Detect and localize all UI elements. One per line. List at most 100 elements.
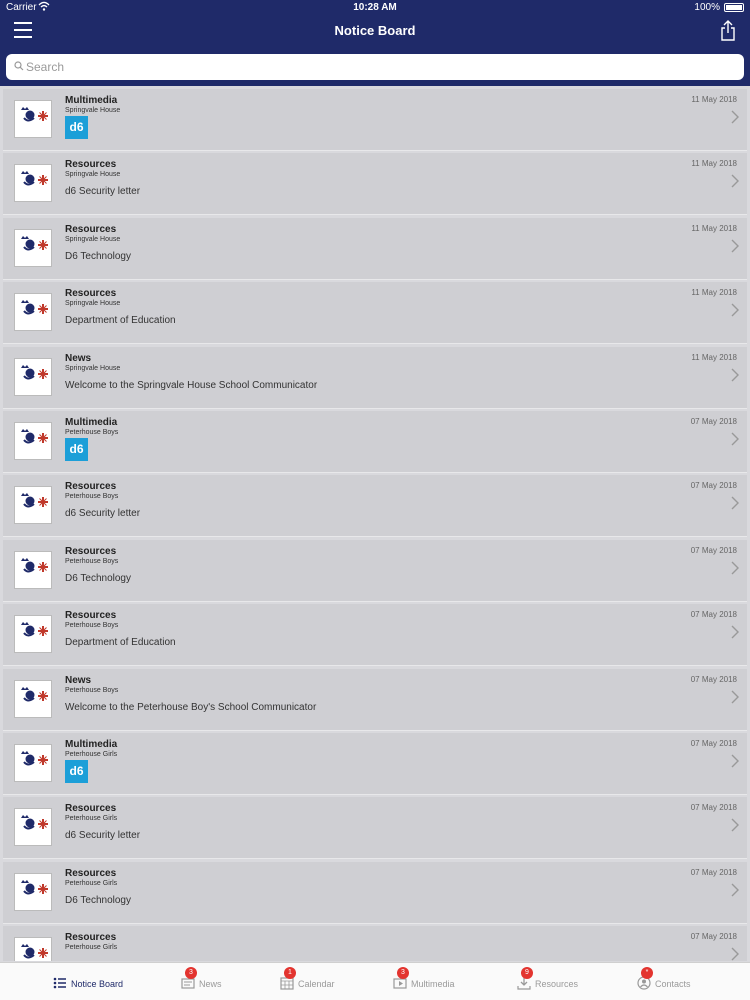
notice-row[interactable]: Resources Springvale House 11 May 2018 d6 S…: [3, 153, 747, 215]
notice-row[interactable]: Resources Springvale House 11 May 2018 D6 T…: [3, 217, 747, 279]
chevron-right-icon: [731, 754, 739, 768]
notice-category: Resources: [65, 545, 117, 557]
battery-icon: [724, 3, 744, 12]
school-logo: [14, 422, 52, 460]
notice-row[interactable]: Resources Peterhouse Boys 07 May 2018 d6 Se…: [3, 475, 747, 537]
notice-category: Resources: [65, 610, 117, 622]
notice-date: 11 May 2018: [691, 352, 737, 362]
notice-date: 07 May 2018: [690, 739, 737, 748]
tab-resources[interactable]: Resources 9: [517, 963, 617, 1000]
chevron-right-icon: [731, 432, 739, 446]
notice-row[interactable]: News Springvale House 11 May 2018 Welcome t…: [3, 346, 747, 408]
school-logo: [14, 293, 52, 332]
notice-date: 11 May 2018: [691, 95, 737, 104]
chevron-right-icon: [731, 561, 739, 575]
notice-row[interactable]: Resources Springvale House 11 May 2018 Depa…: [3, 282, 747, 344]
chevron-right-icon: [731, 496, 739, 510]
tab-contacts[interactable]: Contacts *: [637, 963, 737, 1000]
school-logo: [14, 100, 52, 138]
school-logo: [14, 486, 52, 525]
tab-badge: *: [641, 967, 653, 979]
notice-row[interactable]: Resources Peterhouse Girls 07 May 2018 d6 S…: [3, 797, 747, 859]
notice-row[interactable]: News Peterhouse Boys 07 May 2018 Welcome to…: [3, 668, 747, 730]
notice-school: Peterhouse Boys: [65, 622, 119, 630]
notice-category: Multimedia: [65, 417, 118, 428]
chevron-right-icon: [731, 368, 739, 382]
chevron-right-icon: [731, 883, 739, 897]
notice-category: Multimedia: [65, 95, 118, 106]
d6-badge-icon: d6: [65, 116, 88, 139]
school-logo: [14, 937, 52, 961]
tab-label: Calendar: [298, 979, 335, 989]
notice-row[interactable]: Multimedia Peterhouse Girls 07 May 2018 d6: [3, 733, 747, 794]
navigation-bar: Notice Board: [0, 14, 750, 50]
chevron-right-icon: [731, 690, 739, 704]
school-logo: [14, 679, 52, 718]
school-logo: [14, 164, 52, 203]
tab-badge: 3: [185, 967, 197, 979]
notice-school: Springvale House: [65, 300, 121, 308]
school-logo: [14, 550, 52, 589]
tab-notice-board[interactable]: Notice Board: [53, 963, 153, 1000]
search-bar: [0, 50, 750, 86]
tab-calendar[interactable]: Calendar 1: [280, 963, 380, 1000]
share-icon[interactable]: [720, 20, 736, 42]
tab-label: Multimedia: [411, 979, 455, 989]
chevron-right-icon: [731, 239, 739, 253]
notice-list: Multimedia Springvale House 11 May 2018 d6 R…: [0, 89, 750, 961]
tab-news[interactable]: News 3: [181, 963, 281, 1000]
search-input[interactable]: [26, 57, 726, 77]
notice-date: 07 May 2018: [690, 417, 737, 426]
notice-row[interactable]: Resources Peterhouse Boys 07 May 2018 Depar…: [3, 604, 747, 666]
notice-row[interactable]: Resources Peterhouse Girls 07 May 2018 D6 T…: [3, 861, 747, 923]
school-logo: [14, 744, 52, 782]
tab-badge: 3: [397, 967, 409, 979]
search-field: [6, 54, 744, 80]
school-logo: [14, 808, 52, 847]
tab-label: Contacts: [655, 979, 691, 989]
notice-date: 07 May 2018: [690, 867, 737, 877]
notice-date: 07 May 2018: [690, 674, 737, 684]
notice-row[interactable]: Resources Peterhouse Girls 07 May 2018: [3, 926, 747, 961]
notice-description: Department of Education: [65, 315, 176, 327]
notice-date: 07 May 2018: [690, 481, 737, 491]
notice-school: Springvale House: [65, 107, 121, 114]
search-icon: [14, 61, 24, 71]
notice-description: d6 Security letter: [65, 508, 141, 520]
battery-percent: 100%: [694, 2, 720, 13]
notice-description: Department of Education: [65, 637, 176, 649]
notice-row[interactable]: Multimedia Springvale House 11 May 2018 d6: [3, 89, 747, 150]
tab-multimedia[interactable]: Multimedia 3: [393, 963, 493, 1000]
notice-school: Springvale House: [65, 235, 121, 243]
notice-description: D6 Technology: [65, 250, 131, 262]
status-time: 10:28 AM: [353, 2, 397, 13]
notice-row[interactable]: Multimedia Peterhouse Boys 07 May 2018 d6: [3, 411, 747, 472]
notice-description: Welcome to the Springvale House School C…: [65, 379, 318, 391]
notice-description: D6 Technology: [65, 894, 131, 906]
chevron-right-icon: [731, 625, 739, 639]
notice-category: Resources: [65, 932, 117, 944]
notice-school: Peterhouse Girls: [65, 815, 118, 823]
tab-badge: 1: [284, 967, 296, 979]
chevron-right-icon: [731, 303, 739, 317]
notice-school: Peterhouse Girls: [65, 879, 118, 887]
page-title: Notice Board: [334, 23, 416, 38]
tab-badge: 9: [521, 967, 533, 979]
notice-row[interactable]: Resources Peterhouse Boys 07 May 2018 D6 Te…: [3, 539, 747, 601]
chevron-right-icon: [731, 174, 739, 188]
notice-category: Resources: [65, 159, 117, 171]
tab-label: News: [199, 979, 222, 989]
notice-category: Resources: [65, 481, 117, 493]
notice-category: Multimedia: [65, 739, 118, 750]
chevron-right-icon: [731, 110, 739, 124]
chevron-right-icon: [731, 947, 739, 961]
d6-badge-icon: d6: [65, 438, 88, 461]
school-logo: [14, 228, 52, 267]
notice-date: 07 May 2018: [690, 610, 737, 620]
notice-school: Peterhouse Boys: [65, 429, 119, 436]
notice-date: 07 May 2018: [690, 803, 737, 813]
notice-description: Welcome to the Peterhouse Boy's School C…: [65, 701, 317, 713]
notice-school: Peterhouse Girls: [65, 944, 118, 952]
tab-label: Notice Board: [71, 979, 124, 989]
notice-description: d6 Security letter: [65, 830, 141, 842]
